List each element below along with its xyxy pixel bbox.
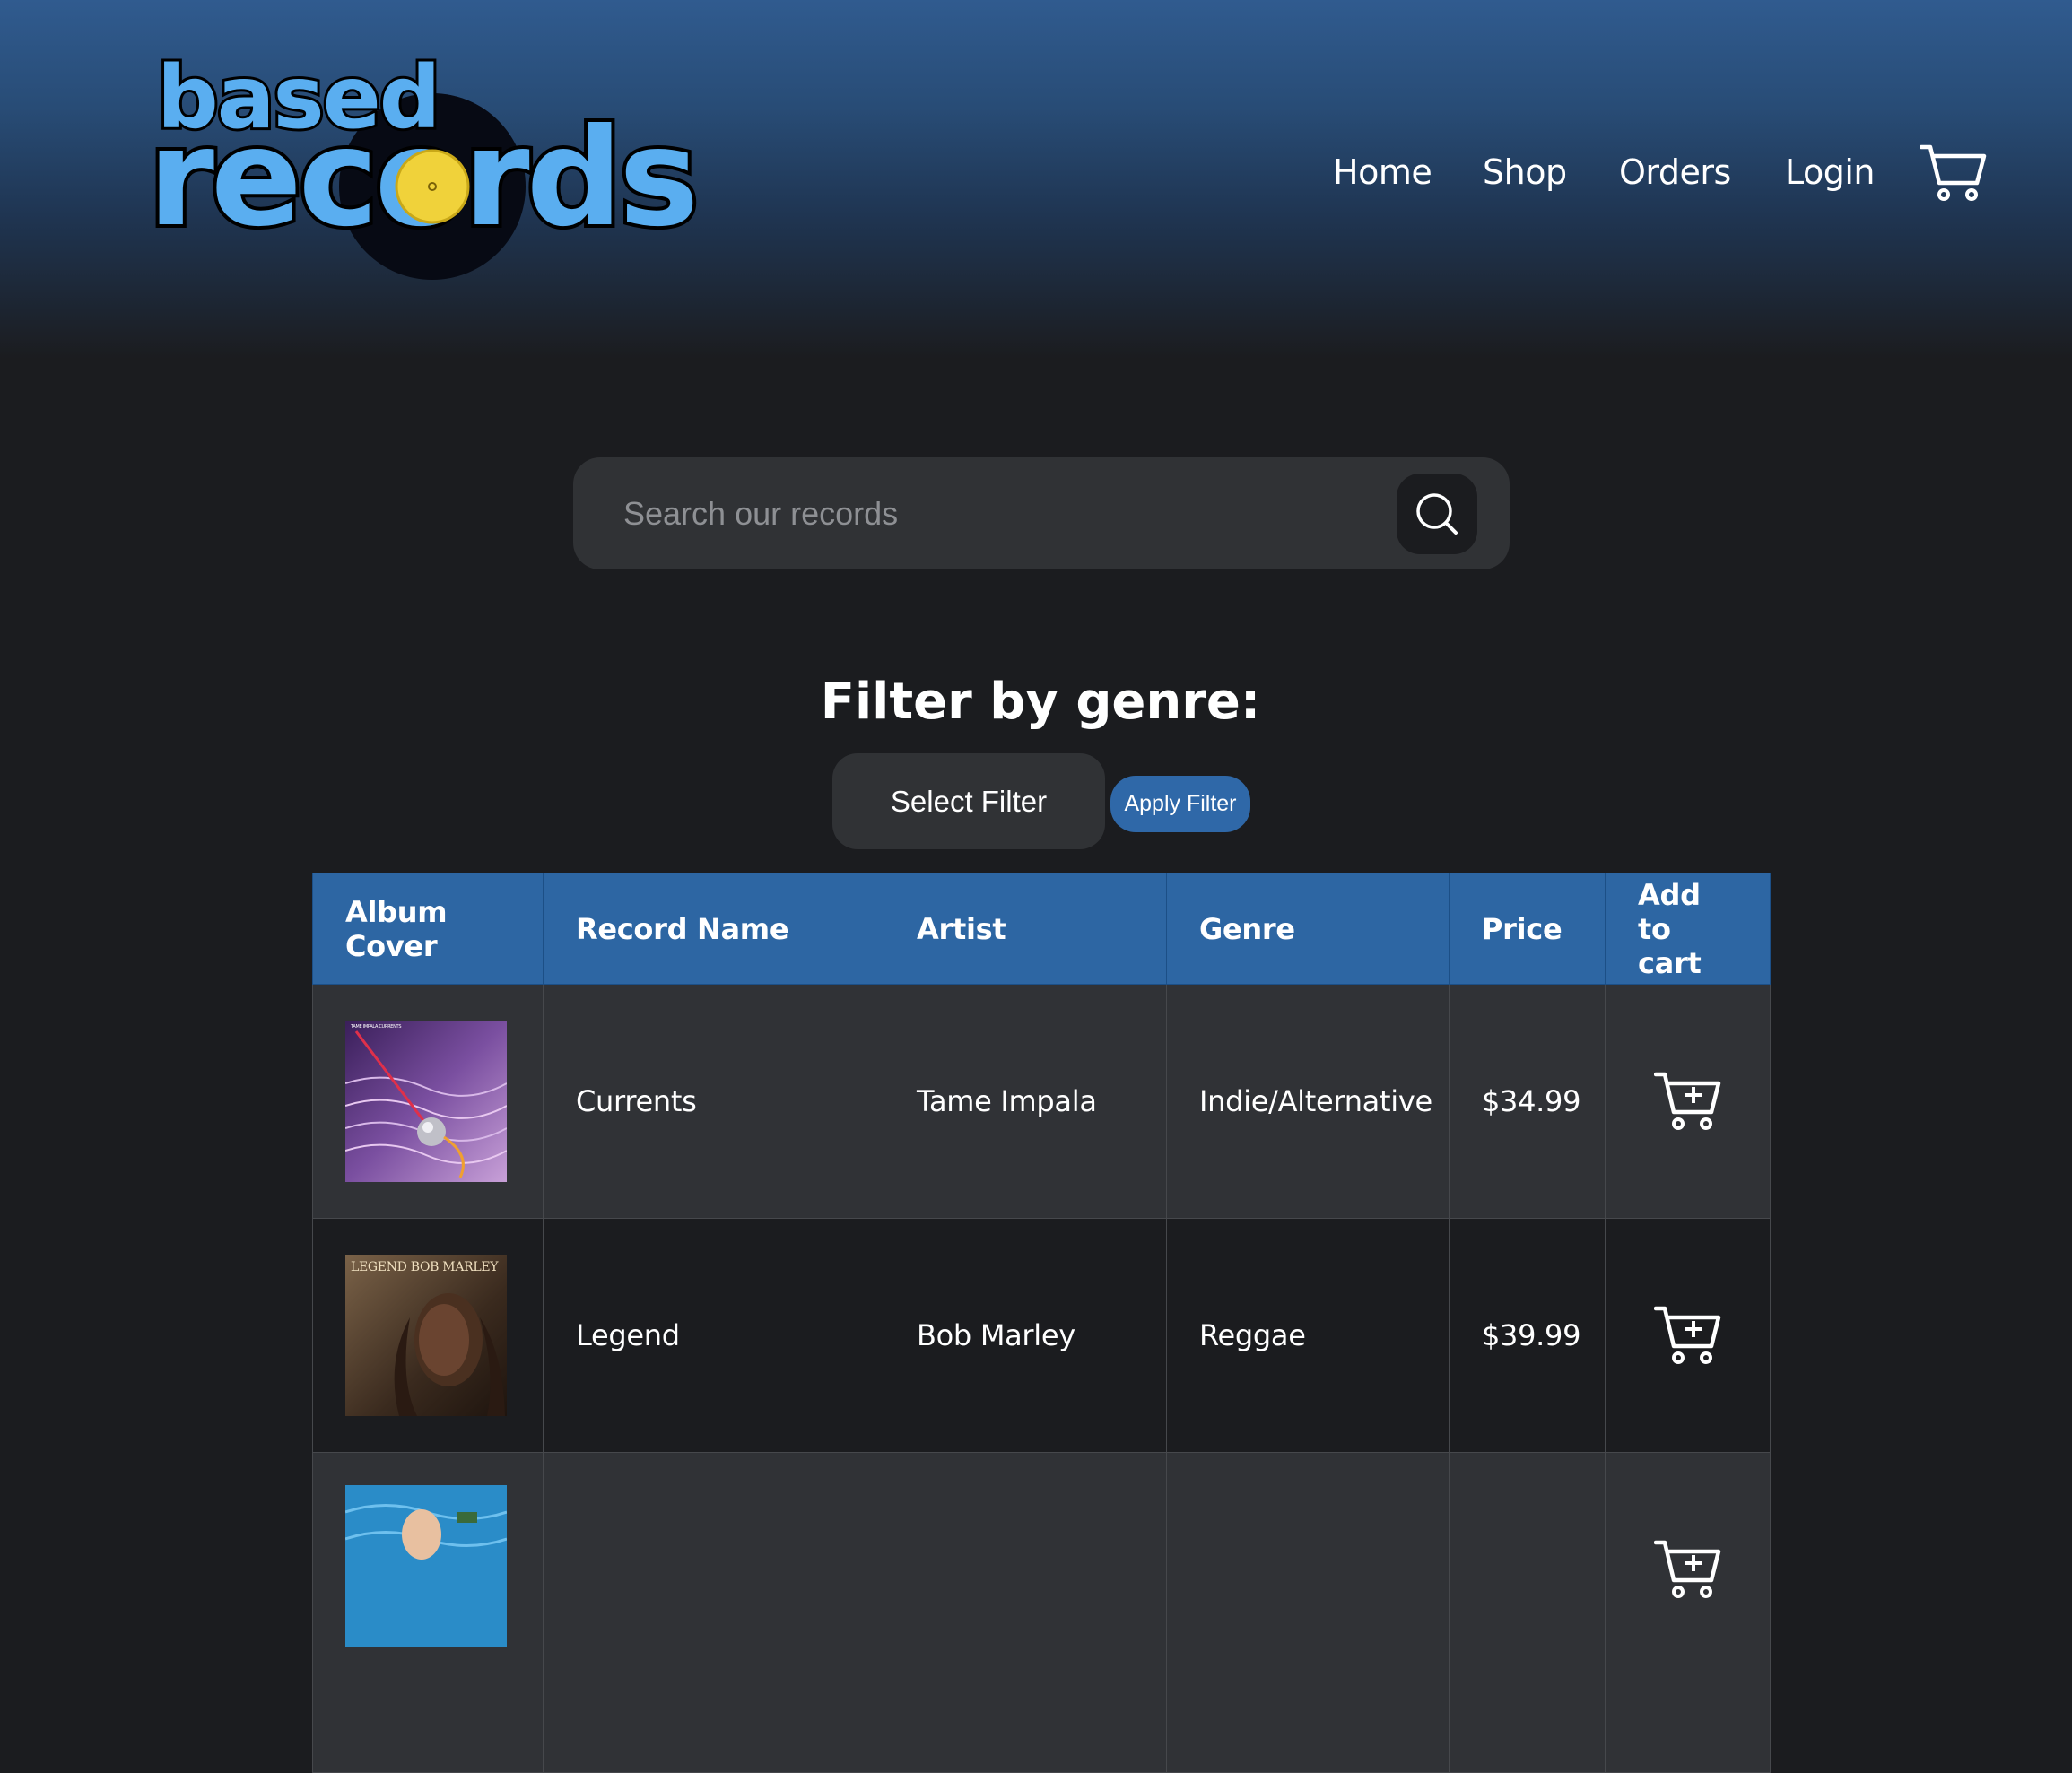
table-row — [312, 1452, 1771, 1773]
search-icon — [1416, 493, 1458, 535]
svg-text:TAME IMPALA CURRENTS: TAME IMPALA CURRENTS — [350, 1024, 401, 1030]
genre-cell: Indie/Alternative — [1166, 984, 1450, 1219]
records-table: Album Cover Record Name Artist Genre Pri… — [312, 873, 1771, 1773]
genre-filter-select[interactable]: Select Filter — [832, 753, 1105, 849]
nav-shop-link[interactable]: Shop — [1483, 152, 1567, 192]
main-nav: Home Shop Orders Login — [0, 135, 2072, 215]
search-bar — [573, 457, 1510, 569]
album-cover-image[interactable]: TAME IMPALA CURRENTS — [345, 1021, 507, 1182]
album-cover-image[interactable] — [345, 1485, 507, 1647]
record-name-cell — [543, 1452, 884, 1773]
add-to-cart-icon[interactable] — [1653, 1071, 1722, 1132]
column-header-artist: Artist — [884, 873, 1167, 985]
album-cover-image[interactable]: LEGEND BOB MARLEY — [345, 1255, 507, 1416]
table-row: LEGEND BOB MARLEY Legend Bob Marley Regg… — [312, 1218, 1771, 1453]
svg-text:LEGEND BOB MARLEY: LEGEND BOB MARLEY — [351, 1260, 499, 1274]
column-header-record-name: Record Name — [543, 873, 884, 985]
album-cover-cell — [312, 1452, 544, 1773]
genre-cell — [1166, 1452, 1450, 1773]
apply-filter-button[interactable]: Apply Filter — [1110, 776, 1250, 832]
add-to-cart-cell — [1605, 984, 1771, 1219]
column-header-album-cover: Album Cover — [312, 873, 544, 985]
nav-login-link[interactable]: Login — [1785, 152, 1876, 192]
artist-cell — [884, 1452, 1167, 1773]
nav-orders-link[interactable]: Orders — [1619, 152, 1731, 192]
add-to-cart-cell — [1605, 1452, 1771, 1773]
search-input[interactable] — [622, 484, 1397, 543]
column-header-genre: Genre — [1166, 873, 1450, 985]
column-header-price: Price — [1449, 873, 1606, 985]
artist-cell: Tame Impala — [884, 984, 1167, 1219]
filter-heading: Filter by genre: — [820, 673, 1261, 731]
search-button[interactable] — [1397, 474, 1477, 554]
album-cover-cell: TAME IMPALA CURRENTS — [312, 984, 544, 1219]
genre-cell: Reggae — [1166, 1218, 1450, 1453]
price-cell: $34.99 — [1449, 984, 1606, 1219]
artist-cell: Bob Marley — [884, 1218, 1167, 1453]
shopping-cart-icon[interactable] — [1920, 143, 1988, 203]
table-header-row: Album Cover Record Name Artist Genre Pri… — [312, 873, 1771, 985]
record-name-cell: Legend — [543, 1218, 884, 1453]
table-row: TAME IMPALA CURRENTS Currents Tame Impal… — [312, 984, 1771, 1219]
record-name-cell: Currents — [543, 984, 884, 1219]
album-cover-cell: LEGEND BOB MARLEY — [312, 1218, 544, 1453]
add-to-cart-icon[interactable] — [1653, 1539, 1722, 1600]
column-header-add-to-cart: Add to cart — [1605, 873, 1771, 985]
add-to-cart-icon[interactable] — [1653, 1305, 1722, 1366]
price-cell — [1449, 1452, 1606, 1773]
nav-home-link[interactable]: Home — [1333, 152, 1432, 192]
add-to-cart-cell — [1605, 1218, 1771, 1453]
price-cell: $39.99 — [1449, 1218, 1606, 1453]
